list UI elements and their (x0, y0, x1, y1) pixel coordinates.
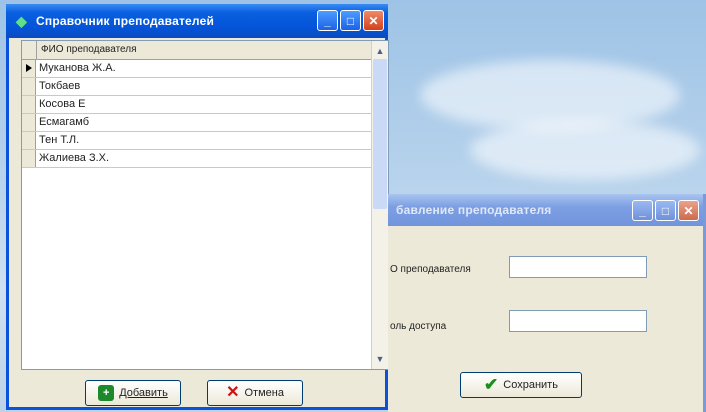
scroll-thumb[interactable] (373, 59, 387, 209)
column-header-fio[interactable]: ФИО преподавателя (37, 41, 388, 59)
maximize-icon: □ (346, 13, 355, 28)
password-label: оль доступа (390, 321, 447, 332)
scroll-up-icon[interactable]: ▲ (373, 43, 387, 59)
maximize-button[interactable]: □ (340, 10, 361, 31)
grid-rows: Муканова Ж.А. Токбаев Косова Е Есмагамб Тен … (22, 60, 388, 168)
vertical-scrollbar[interactable]: ▲ ▼ (371, 41, 388, 369)
cancel-button[interactable]: ✕ Отмена (207, 380, 303, 406)
close-icon: ✕ (368, 13, 379, 28)
maximize-button[interactable]: □ (655, 200, 676, 221)
teacher-name-cell[interactable]: Муканова Ж.А. (36, 60, 388, 77)
row-indicator[interactable] (22, 132, 36, 149)
add-teacher-window: бавление преподавателя _ □ ✕ О преподава… (388, 194, 706, 412)
save-button-label: Сохранить (503, 379, 558, 391)
teacher-name-cell[interactable]: Токбаев (36, 78, 388, 95)
window-title: бавление преподавателя (396, 203, 552, 217)
minimize-button[interactable]: _ (632, 200, 653, 221)
table-row[interactable]: Тен Т.Л. (22, 132, 388, 150)
table-row[interactable]: Токбаев (22, 78, 388, 96)
window-title: Справочник преподавателей (36, 14, 215, 28)
teacher-name-cell[interactable]: Косова Е (36, 96, 388, 113)
checkmark-icon: ✔ (484, 375, 499, 394)
add-button-label: Добавить (119, 387, 168, 399)
name-label: О преподавателя (390, 264, 471, 275)
title-bar[interactable]: бавление преподавателя _ □ ✕ (388, 194, 703, 226)
teacher-name-cell[interactable]: Есмагамб (36, 114, 388, 131)
teachers-grid[interactable]: ФИО преподавателя Муканова Ж.А. Токбаев Ко… (21, 40, 389, 370)
close-icon: ✕ (683, 203, 694, 218)
grid-header: ФИО преподавателя (22, 41, 388, 60)
cancel-button-label: Отмена (244, 387, 284, 399)
title-bar[interactable]: ◆ Справочник преподавателей _ □ ✕ (6, 4, 388, 38)
row-indicator[interactable] (22, 96, 36, 113)
close-button[interactable]: ✕ (678, 200, 699, 221)
table-row[interactable]: Есмагамб (22, 114, 388, 132)
wallpaper-cloud (420, 60, 680, 130)
wallpaper-cloud (470, 120, 700, 180)
teacher-name-cell[interactable]: Тен Т.Л. (36, 132, 388, 149)
row-indicator[interactable] (22, 60, 36, 77)
add-icon: + (98, 385, 115, 401)
add-button[interactable]: + Добавить (85, 380, 181, 406)
minimize-icon: _ (324, 13, 331, 28)
minimize-button[interactable]: _ (317, 10, 338, 31)
table-row[interactable]: Жалиева З.Х. (22, 150, 388, 168)
maximize-icon: □ (661, 203, 670, 218)
minimize-icon: _ (639, 203, 646, 218)
close-button[interactable]: ✕ (363, 10, 384, 31)
teachers-directory-window: ◆ Справочник преподавателей _ □ ✕ ФИО пр… (6, 4, 389, 410)
access-password-input[interactable] (509, 310, 647, 332)
teacher-name-cell[interactable]: Жалиева З.Х. (36, 150, 388, 167)
cancel-x-icon: ✕ (226, 384, 240, 401)
row-indicator[interactable] (22, 114, 36, 131)
save-button[interactable]: ✔ Сохранить (460, 372, 582, 398)
scroll-down-icon[interactable]: ▼ (373, 351, 387, 367)
table-row[interactable]: Муканова Ж.А. (22, 60, 388, 78)
table-row[interactable]: Косова Е (22, 96, 388, 114)
teacher-name-input[interactable] (509, 256, 647, 278)
indicator-header (22, 41, 37, 59)
row-indicator[interactable] (22, 150, 36, 167)
diamond-icon: ◆ (16, 13, 27, 29)
row-indicator[interactable] (22, 78, 36, 95)
